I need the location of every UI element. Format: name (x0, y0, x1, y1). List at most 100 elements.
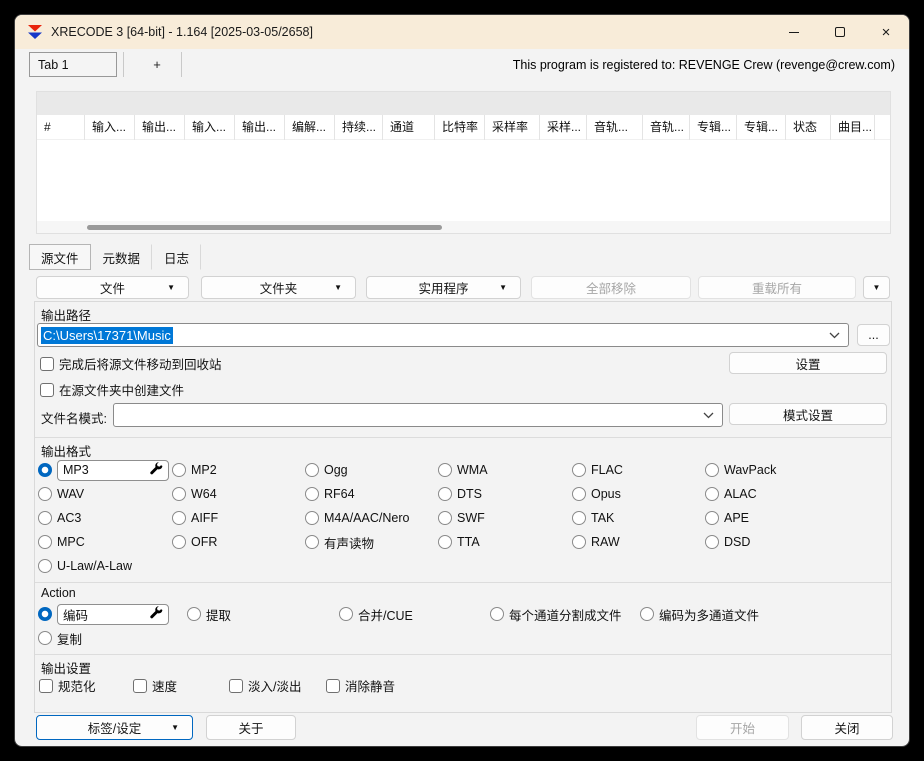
view-tabs: 源文件元数据日志 (29, 244, 201, 270)
format-radio-opt-3[interactable]: 有声读物 (305, 530, 409, 554)
view-tab-3[interactable]: 日志 (152, 244, 201, 270)
column-header-16[interactable]: 状态 (786, 115, 831, 140)
tab-1[interactable]: Tab 1 (29, 52, 117, 77)
column-header-8[interactable]: 通道 (383, 115, 435, 140)
checkbox-icon (133, 679, 147, 693)
output-setting-checkbox-opt-3[interactable]: 消除静音 (326, 676, 395, 695)
table-header[interactable]: #输入...输出...输入...输出...编解...持续...通道比特率采样率采… (37, 115, 890, 140)
column-header-17[interactable]: 曲目... (831, 115, 875, 140)
action-radio-opt-1[interactable]: 提取 (187, 602, 231, 626)
format-radio-u-law-a-law[interactable]: U-Law/A-Law (38, 554, 169, 578)
file-dropdown-label: 文件 (100, 278, 125, 297)
tags-settings-dropdown-button[interactable]: 标签/设定 ▼ (36, 715, 193, 740)
format-radio-w64[interactable]: W64 (172, 482, 218, 506)
format-column-5: FLACOpus TAK RAW (572, 458, 623, 554)
more-dropdown-button[interactable]: ▼ (863, 276, 890, 299)
reload-all-button: 重载所有 (698, 276, 856, 299)
table-body-empty[interactable] (37, 140, 890, 221)
format-column-2: MP2W64AIFFOFR (172, 458, 218, 554)
checkbox-icon (39, 679, 53, 693)
output-setting-checkbox-opt-0[interactable]: 规范化 (39, 676, 96, 695)
maximize-button[interactable] (817, 15, 863, 49)
format-radio-wav[interactable]: WAV (38, 482, 169, 506)
column-header-4[interactable]: 输入... (185, 115, 235, 140)
folder-dropdown-button[interactable]: 文件夹 ▼ (201, 276, 356, 299)
column-header-9[interactable]: 比特率 (435, 115, 485, 140)
horizontal-scrollbar-thumb[interactable] (87, 225, 442, 230)
format-radio-flac[interactable]: FLAC (572, 458, 623, 482)
format-radio-aiff[interactable]: AIFF (172, 506, 218, 530)
format-radio-mp2[interactable]: MP2 (172, 458, 218, 482)
add-tab-button[interactable]: + (135, 52, 179, 77)
checkbox-icon (40, 357, 54, 371)
format-radio-dts[interactable]: DTS (438, 482, 488, 506)
output-path-group-label: 输出路径 (41, 305, 91, 324)
settings-button[interactable]: 设置 (729, 352, 887, 374)
format-radio-tak[interactable]: TAK (572, 506, 623, 530)
format-radio-opus[interactable]: Opus (572, 482, 623, 506)
action-radio-opt-3[interactable]: 每个通道分割成文件 (490, 602, 622, 626)
format-radio-m4a-aac-nero[interactable]: M4A/AAC/Nero (305, 506, 409, 530)
column-header-11[interactable]: 采样... (540, 115, 587, 140)
view-tab-2[interactable]: 元数据 (91, 244, 153, 270)
create-in-source-checkbox[interactable]: 在源文件夹中创建文件 (40, 380, 184, 399)
action-radio-opt-0[interactable]: 编码 (38, 602, 169, 626)
action-radio-opt-5[interactable]: 复制 (38, 626, 82, 650)
column-header-5[interactable]: 输出... (235, 115, 285, 140)
output-settings-group-label: 输出设置 (41, 658, 91, 677)
format-radio-wavpack[interactable]: WavPack (705, 458, 776, 482)
browse-button[interactable]: ... (857, 324, 890, 346)
output-setting-checkbox-opt-2[interactable]: 淡入/淡出 (229, 676, 301, 695)
selected-format-box[interactable]: 编码 (57, 604, 169, 625)
column-header-7[interactable]: 持续... (335, 115, 383, 140)
format-radio-ape[interactable]: APE (705, 506, 776, 530)
column-header-15[interactable]: 专辑... (737, 115, 786, 140)
format-radio-wma[interactable]: WMA (438, 458, 488, 482)
format-radio-ac3[interactable]: AC3 (38, 506, 169, 530)
move-to-recycle-checkbox[interactable]: 完成后将源文件移动到回收站 (40, 354, 222, 373)
close-dialog-button[interactable]: 关闭 (801, 715, 893, 740)
utilities-dropdown-button[interactable]: 实用程序 ▼ (366, 276, 521, 299)
column-header-3[interactable]: 输出... (135, 115, 185, 140)
output-setting-checkbox-opt-1[interactable]: 速度 (133, 676, 177, 695)
option-label: 提取 (206, 605, 231, 624)
action-radio-opt-4[interactable]: 编码为多通道文件 (640, 602, 759, 626)
format-radio-swf[interactable]: SWF (438, 506, 488, 530)
format-radio-alac[interactable]: ALAC (705, 482, 776, 506)
radio-icon (339, 607, 353, 621)
option-label: 消除静音 (345, 676, 395, 695)
filename-pattern-combobox[interactable] (113, 403, 723, 427)
radio-selected-icon (38, 607, 52, 621)
view-tab-1[interactable]: 源文件 (29, 244, 91, 270)
close-button[interactable]: × (863, 15, 909, 49)
file-dropdown-button[interactable]: 文件 ▼ (36, 276, 189, 299)
about-button[interactable]: 关于 (206, 715, 296, 740)
radio-icon (172, 487, 186, 501)
radio-icon (572, 487, 586, 501)
column-header-10[interactable]: 采样率 (485, 115, 540, 140)
column-header-1[interactable]: # (37, 115, 85, 140)
format-radio-ofr[interactable]: OFR (172, 530, 218, 554)
format-radio-mpc[interactable]: MPC (38, 530, 169, 554)
selected-format-box[interactable]: MP3 (57, 460, 169, 481)
column-header-13[interactable]: 音轨... (643, 115, 690, 140)
column-header-12[interactable]: 音轨... (587, 115, 643, 140)
horizontal-scrollbar[interactable] (37, 221, 890, 233)
option-label: TAK (591, 511, 614, 525)
pattern-settings-button[interactable]: 模式设置 (729, 403, 887, 425)
minimize-button[interactable] (771, 15, 817, 49)
format-radio-mp3[interactable]: MP3 (38, 458, 169, 482)
chevron-down-icon: ▼ (873, 283, 881, 292)
format-radio-ogg[interactable]: Ogg (305, 458, 409, 482)
output-path-combobox[interactable]: C:\Users\17371\Music (37, 323, 849, 347)
wrench-icon[interactable] (150, 606, 163, 622)
column-header-6[interactable]: 编解... (285, 115, 335, 140)
format-radio-tta[interactable]: TTA (438, 530, 488, 554)
action-radio-cue[interactable]: 合并/CUE (339, 602, 413, 626)
wrench-icon[interactable] (150, 462, 163, 478)
format-radio-dsd[interactable]: DSD (705, 530, 776, 554)
format-radio-rf64[interactable]: RF64 (305, 482, 409, 506)
format-radio-raw[interactable]: RAW (572, 530, 623, 554)
column-header-2[interactable]: 输入... (85, 115, 135, 140)
column-header-14[interactable]: 专辑... (690, 115, 737, 140)
